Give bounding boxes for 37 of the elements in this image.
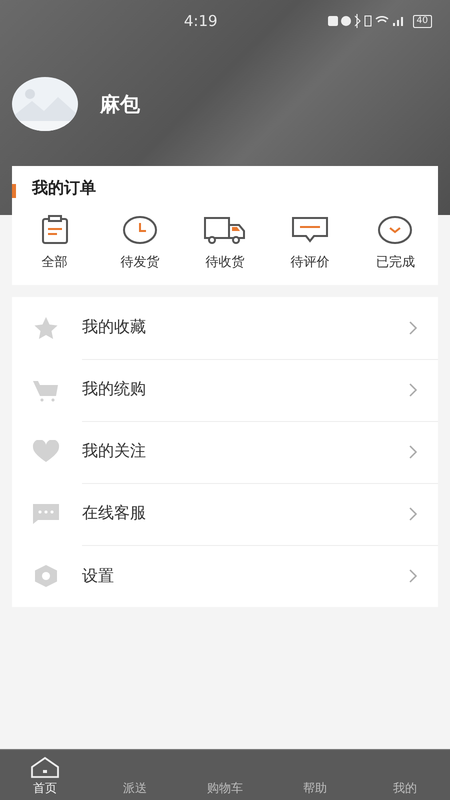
status-time: 4:19 xyxy=(184,12,218,30)
order-status-button[interactable]: 待评价 xyxy=(275,215,346,271)
order-status-button[interactable]: 全部 xyxy=(20,215,90,271)
chat-icon xyxy=(32,502,60,526)
order-status-button[interactable]: 已完成 xyxy=(360,215,430,271)
heart-icon xyxy=(32,440,60,464)
chevron-icon xyxy=(408,382,418,396)
order-status-button[interactable]: 待收货 xyxy=(190,215,260,271)
tab[interactable]: 派送 xyxy=(90,750,180,800)
chevron-icon xyxy=(408,444,418,458)
tab[interactable]: 首页 xyxy=(0,750,90,800)
tab[interactable]: 购物车 xyxy=(180,750,270,800)
star-icon xyxy=(32,316,60,340)
menu-item[interactable]: 我的收藏 xyxy=(12,297,438,359)
tab[interactable]: 帮助 xyxy=(270,750,360,800)
order-status-button[interactable]: 待发货 xyxy=(104,215,175,271)
menu-item[interactable]: 设置 xyxy=(12,545,438,607)
cart-icon xyxy=(32,378,60,402)
chevron-icon xyxy=(408,320,418,334)
chevron-icon xyxy=(408,569,418,583)
comment-icon xyxy=(291,215,330,245)
chevron-icon xyxy=(408,506,418,520)
tab[interactable]: 我的 xyxy=(360,750,450,800)
bluetooth-icon xyxy=(354,14,360,28)
menu-item[interactable]: 我的统购 xyxy=(12,359,438,421)
check-icon xyxy=(378,215,412,245)
settings-icon xyxy=(32,564,60,588)
user-name: 麻包 xyxy=(100,90,140,118)
orders-title: 我的订单 xyxy=(30,178,97,199)
battery-level: 40 xyxy=(412,14,432,28)
wifi-icon xyxy=(374,16,388,23)
home-icon xyxy=(30,756,60,778)
menu-item[interactable]: 在线客服 xyxy=(12,483,438,545)
menu-item[interactable]: 我的关注 xyxy=(12,421,438,483)
signal-icon xyxy=(392,17,403,26)
clock-icon xyxy=(122,215,157,245)
truck-icon xyxy=(204,215,246,245)
